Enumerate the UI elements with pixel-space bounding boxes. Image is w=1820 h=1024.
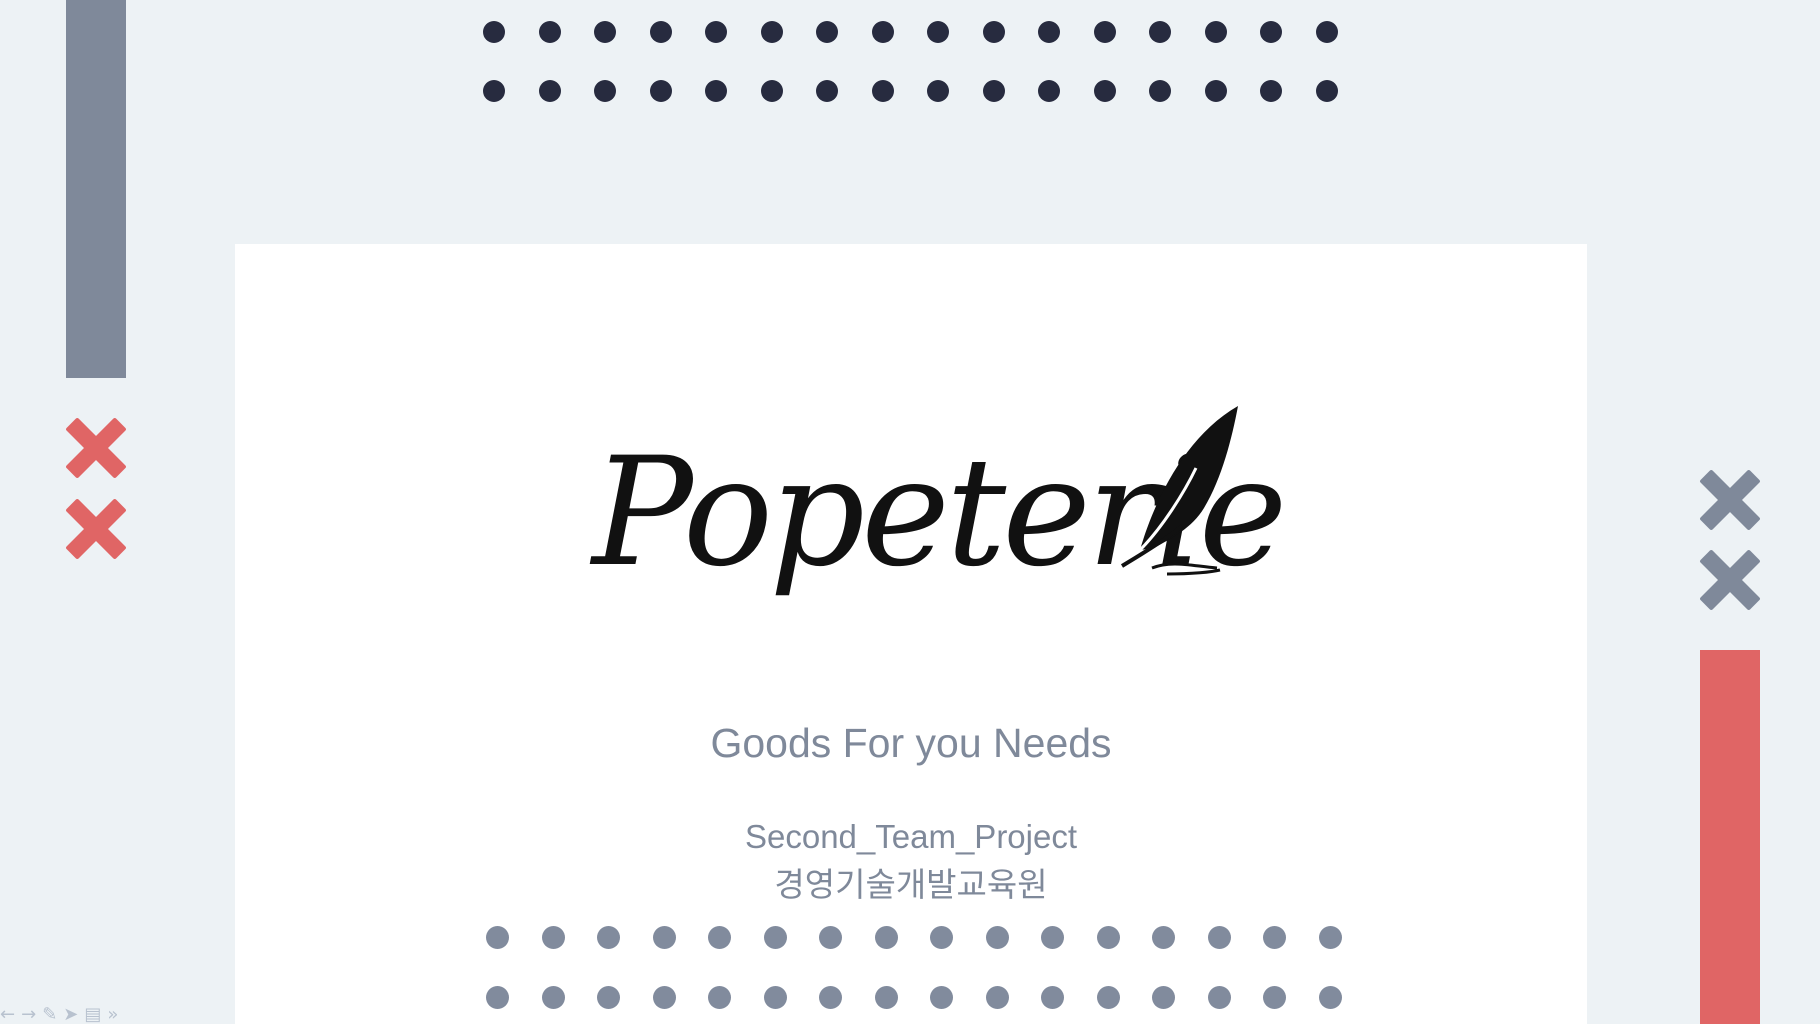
decor-dot	[1093, 21, 1116, 43]
decor-dot	[649, 80, 672, 102]
pen-icon[interactable]: ✎	[42, 1004, 63, 1024]
decor-dot	[930, 926, 953, 949]
decor-dot	[1149, 80, 1171, 102]
red-x-icon	[66, 499, 126, 559]
decor-dot	[816, 21, 838, 43]
red-x-icon	[66, 418, 126, 478]
decor-dot	[1207, 986, 1231, 1009]
decor-dot	[597, 986, 620, 1009]
decor-dot	[1260, 80, 1282, 102]
decor-dot	[1204, 21, 1227, 43]
decor-dot	[874, 986, 898, 1009]
decor-dot	[1041, 926, 1064, 949]
decor-dot	[1260, 21, 1282, 43]
decor-dot	[705, 80, 727, 102]
tagline: Goods For you Needs	[710, 720, 1112, 766]
decor-dot	[1315, 21, 1338, 43]
decor-dot	[819, 926, 842, 949]
decor-dot	[930, 986, 953, 1009]
decor-dot	[1263, 986, 1286, 1009]
decor-dot	[982, 21, 1005, 43]
decor-dot	[982, 80, 1005, 102]
decor-dot	[1204, 80, 1227, 102]
decor-dot	[1041, 986, 1064, 1009]
decor-dot	[874, 926, 898, 949]
right-accent-bar	[1700, 650, 1760, 1024]
decor-dot	[597, 926, 620, 949]
forward-arrow-icon[interactable]: →	[21, 1004, 42, 1024]
decor-dot	[708, 926, 731, 949]
decor-dot	[1152, 986, 1175, 1009]
decor-dot	[927, 80, 949, 102]
presentation-toolbar[interactable]: ←→✎➤▤»	[0, 1004, 170, 1024]
decor-dot	[705, 21, 727, 43]
decor-dot	[486, 986, 509, 1009]
decor-dot	[649, 21, 672, 43]
decor-dot	[927, 21, 949, 43]
left-accent-bar	[66, 0, 126, 378]
grey-x-icon	[1700, 470, 1760, 530]
decor-dot	[985, 926, 1009, 949]
decor-dot	[1149, 21, 1171, 43]
decor-dot	[1263, 926, 1286, 949]
grey-x-icon	[1700, 550, 1760, 610]
popeterie-logo: Popeterie	[592, 398, 1287, 673]
decor-dot	[1315, 80, 1338, 102]
decor-dot	[1207, 926, 1231, 949]
decor-dot	[763, 926, 787, 949]
decor-dot	[763, 986, 787, 1009]
decor-dot	[483, 21, 505, 43]
organization-name: 경영기술개발교육원	[774, 865, 1048, 904]
pointer-icon[interactable]: ➤	[63, 1004, 84, 1024]
decor-dot	[1093, 80, 1116, 102]
more-icon[interactable]: »	[107, 1004, 124, 1024]
decor-dot	[1318, 926, 1342, 949]
decor-dot	[652, 986, 676, 1009]
decor-dot	[541, 926, 565, 949]
decor-dot	[1152, 926, 1175, 949]
decor-dot	[708, 986, 731, 1009]
decor-dot	[1038, 80, 1060, 102]
decor-dot	[1096, 986, 1120, 1009]
decor-dot	[816, 80, 838, 102]
decor-dot	[760, 80, 783, 102]
decor-dot	[483, 80, 505, 102]
decor-dot	[538, 21, 561, 43]
decor-dot	[871, 80, 894, 102]
decor-dot	[985, 986, 1009, 1009]
decor-dot	[871, 21, 894, 43]
quill-feather-icon	[1120, 406, 1238, 576]
decor-dot	[819, 986, 842, 1009]
project-name: Second_Team_Project	[744, 818, 1078, 855]
decor-dot	[538, 80, 561, 102]
decor-dot	[652, 926, 676, 949]
slides-icon[interactable]: ▤	[84, 1004, 107, 1024]
decor-dot	[594, 80, 616, 102]
decor-dot	[1096, 926, 1120, 949]
decor-dot	[594, 21, 616, 43]
decor-dot	[1318, 986, 1342, 1009]
back-arrow-icon[interactable]: ←	[0, 1004, 21, 1024]
decor-dot	[541, 986, 565, 1009]
decor-dot	[1038, 21, 1060, 43]
decor-dot	[760, 21, 783, 43]
decor-dot	[486, 926, 509, 949]
